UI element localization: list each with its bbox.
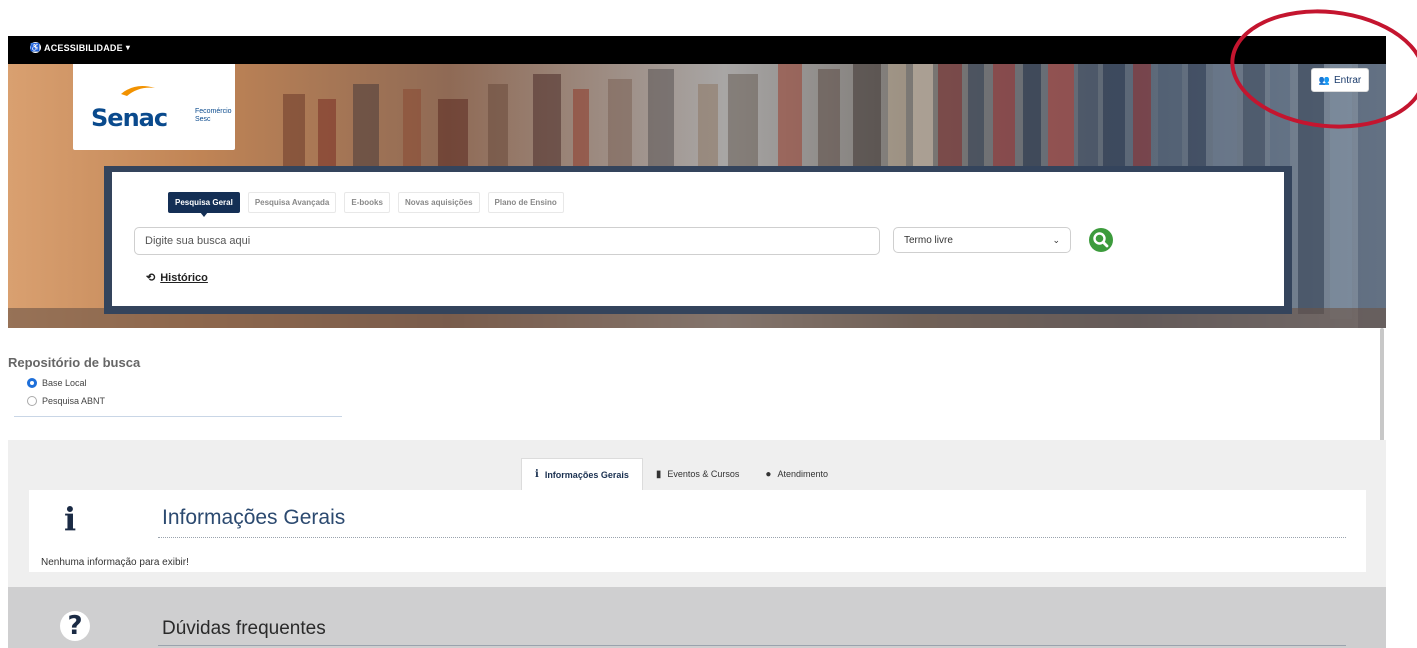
tab-label: Eventos & Cursos <box>667 469 740 479</box>
senac-logo[interactable]: Senac Fecomércio Sesc <box>73 64 235 150</box>
accessibility-icon: ♿ <box>30 42 41 53</box>
tab-label: Informações Gerais <box>544 469 629 480</box>
empty-message: Nenhuma informação para exibir! <box>41 557 189 568</box>
info-icon: i <box>535 469 539 480</box>
tab-plano-de-ensino[interactable]: Plano de Ensino <box>487 192 564 213</box>
clock-icon: ● <box>765 468 772 480</box>
repository-title: Repositório de busca <box>8 355 141 370</box>
search-button[interactable] <box>1089 228 1113 252</box>
page: ♿ ACESSIBILIDADE ▾ Senac Fecomércio Sesc… <box>0 0 1417 648</box>
tab-novas-aquisicoes[interactable]: Novas aquisições <box>397 192 480 213</box>
info-tabs: i Informações Gerais ▮ Eventos & Cursos … <box>521 458 841 490</box>
tab-informacoes-gerais[interactable]: i Informações Gerais <box>521 458 643 490</box>
search-input[interactable] <box>134 227 880 255</box>
info-large-icon: i <box>64 500 77 538</box>
info-title: Informações Gerais <box>162 506 346 529</box>
radio-base-local[interactable]: Base Local <box>27 378 87 388</box>
chevron-down-icon: ▾ <box>125 43 131 52</box>
search-tabs: Pesquisa Geral Pesquisa Avançada E-books… <box>168 192 564 217</box>
select-value: Termo livre <box>904 234 953 246</box>
history-icon: ⟲ <box>146 272 156 284</box>
radio-unchecked-icon <box>27 396 37 406</box>
tab-eventos-cursos[interactable]: ▮ Eventos & Cursos <box>643 458 753 490</box>
search-type-select[interactable]: Termo livre ⌄ <box>893 227 1071 253</box>
radio-label: Base Local <box>42 378 87 388</box>
info-card <box>29 490 1366 572</box>
chevron-down-icon: ⌄ <box>1052 234 1060 245</box>
tab-pesquisa-avancada[interactable]: Pesquisa Avançada <box>247 192 337 213</box>
logo-swoosh-icon <box>121 86 155 96</box>
question-icon: ? <box>60 611 90 641</box>
radio-pesquisa-abnt[interactable]: Pesquisa ABNT <box>27 396 105 406</box>
divider <box>14 416 342 417</box>
faq-title: Dúvidas frequentes <box>162 618 326 639</box>
search-icon <box>1093 232 1109 248</box>
logo-brand-text: Senac <box>91 104 168 132</box>
history-link[interactable]: ⟲ Histórico <box>146 271 208 285</box>
logo-sub-line2: Sesc <box>195 116 211 123</box>
tab-atendimento[interactable]: ● Atendimento <box>752 458 841 490</box>
divider <box>158 537 1346 538</box>
history-label: Histórico <box>160 271 208 284</box>
radio-label: Pesquisa ABNT <box>42 396 106 406</box>
tab-ebooks[interactable]: E-books <box>344 192 390 213</box>
divider <box>158 645 1346 646</box>
accessibility-bar: ♿ ACESSIBILIDADE ▾ <box>8 36 1386 64</box>
accessibility-menu-button[interactable]: ♿ ACESSIBILIDADE ▾ <box>30 42 130 53</box>
tab-label: Atendimento <box>777 469 828 479</box>
tab-pesquisa-geral[interactable]: Pesquisa Geral <box>168 192 240 217</box>
bookmark-icon: ▮ <box>655 468 662 480</box>
radio-checked-icon <box>27 378 37 388</box>
logo-sub-line1: Fecomércio <box>195 108 232 115</box>
logo-subtitle: Fecomércio Sesc <box>195 108 232 124</box>
repository-section <box>8 328 1380 440</box>
accessibility-label: ACESSIBILIDADE <box>44 42 123 53</box>
